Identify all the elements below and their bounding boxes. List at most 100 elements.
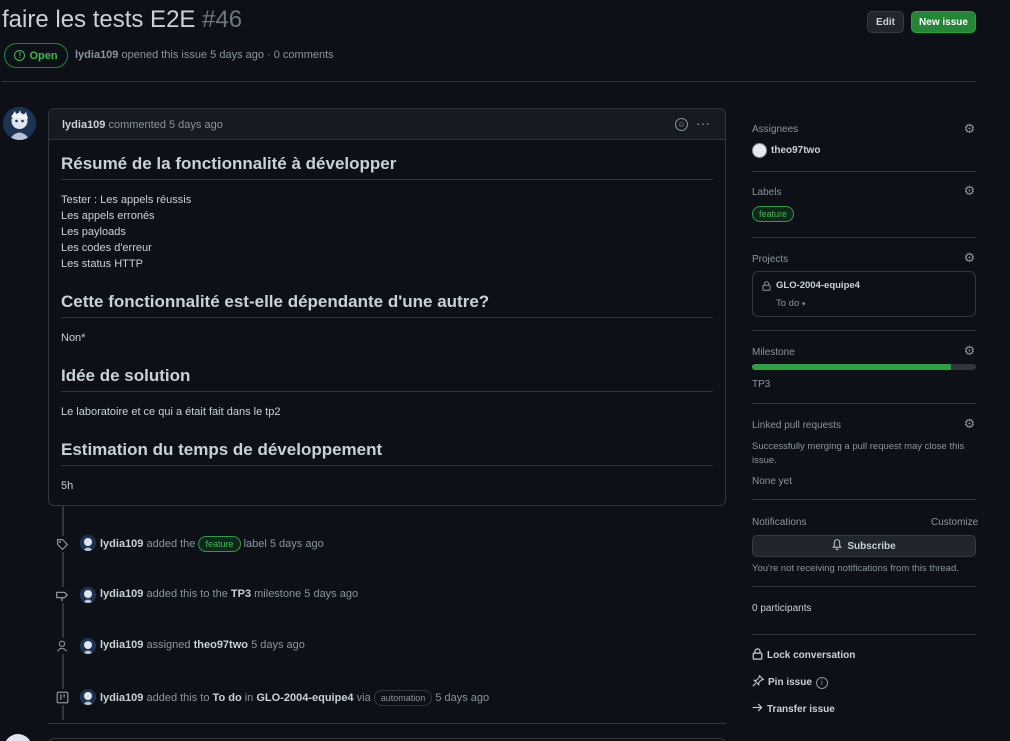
add-reaction-icon[interactable]: ☺ — [675, 118, 688, 131]
timeline-text: added this to — [146, 691, 210, 704]
comment-body-2: Non* — [61, 332, 86, 344]
customize-link[interactable]: Customize — [931, 517, 978, 528]
timeline-text[interactable]: label 5 days ago — [244, 538, 324, 550]
pin-issue-link[interactable]: Pin issue i — [752, 674, 828, 690]
timeline-text: added this to the — [146, 588, 228, 600]
avatar-image-icon — [3, 107, 36, 140]
comment-timestamp[interactable]: commented 5 days ago — [108, 119, 222, 131]
comment-body-4: 5h — [61, 480, 74, 492]
avatar[interactable] — [80, 638, 96, 654]
project-card[interactable]: GLO-2004-equipe4 To do ▾ — [752, 271, 976, 317]
comment-heading-4: Estimation du temps de développement — [61, 440, 713, 466]
project-column-link[interactable]: To do — [213, 692, 242, 704]
timeline-divider — [48, 723, 726, 724]
pin-issue-label: Pin issue — [768, 677, 812, 688]
comment-heading-1: Résumé de la fonctionnalité à développer — [61, 154, 713, 180]
project-column-value: To do — [776, 298, 800, 309]
sidebar-divider — [752, 171, 976, 172]
assignee-link[interactable]: theo97two — [194, 639, 248, 651]
more-options-icon[interactable]: ··· — [696, 115, 710, 131]
project-icon — [54, 689, 70, 705]
timeline-text: via — [356, 691, 371, 704]
participants-count: 0 participants — [752, 603, 812, 614]
new-issue-button[interactable]: New issue — [911, 11, 976, 33]
avatar[interactable] — [80, 535, 96, 551]
projects-gear-icon[interactable]: ⚙ — [963, 251, 976, 264]
timeline-actor-link[interactable]: lydia109 — [100, 692, 143, 704]
assignees-gear-icon[interactable]: ⚙ — [963, 122, 976, 135]
label-pill[interactable]: feature — [198, 536, 241, 552]
linked-prs-desc-line: Successfully merging a pull request may … — [752, 441, 965, 452]
labels-label: Labels — [752, 187, 782, 198]
milestone-label: Milestone — [752, 347, 795, 358]
comment-header-text: lydia109 commented 5 days ago — [62, 119, 223, 131]
timeline-event-milestone: lydia109 added this to the TP3 milestone… — [100, 588, 358, 600]
issue-author-link[interactable]: lydia109 — [75, 49, 118, 61]
timeline-actor-link[interactable]: lydia109 — [100, 588, 143, 600]
linked-prs-gear-icon[interactable]: ⚙ — [963, 417, 976, 430]
avatar[interactable] — [80, 689, 96, 705]
timeline-event-assigned: lydia109 assigned theo97two 5 days ago — [100, 639, 305, 651]
comment-header: lydia109 commented 5 days ago ☺ ··· — [49, 109, 725, 140]
comment-body-1-line: Les codes d'erreur — [61, 242, 152, 254]
milestone-name[interactable]: TP3 — [752, 379, 770, 390]
project-name[interactable]: GLO-2004-equipe4 — [776, 280, 860, 291]
info-icon[interactable]: i — [815, 676, 828, 689]
arrow-right-icon — [752, 702, 763, 716]
linked-prs-desc-line: issue. — [752, 455, 777, 466]
issue-title: faire les tests E2E #46 — [2, 6, 242, 34]
avatar[interactable] — [3, 107, 36, 140]
issue-meta: lydia109 opened this issue 5 days ago · … — [75, 49, 334, 61]
comment-body-1-line: Les payloads — [61, 226, 126, 238]
lock-icon — [752, 648, 763, 663]
lock-conversation-label: Lock conversation — [767, 650, 856, 661]
transfer-issue-link[interactable]: Transfer issue — [752, 702, 835, 716]
linked-prs-label: Linked pull requests — [752, 420, 841, 431]
sidebar-divider — [752, 403, 976, 404]
transfer-issue-label: Transfer issue — [767, 703, 835, 715]
chevron-down-icon: ▾ — [801, 301, 806, 308]
comment-body-1: Tester : Les appels réussis Les appels e… — [61, 192, 191, 272]
sidebar-divider — [752, 330, 976, 331]
subscribe-button[interactable]: Subscribe — [752, 535, 976, 557]
projects-label: Projects — [752, 254, 789, 265]
pin-icon — [752, 674, 765, 690]
timeline-actor-link[interactable]: lydia109 — [100, 639, 143, 651]
issue-opened-icon: ! — [14, 50, 26, 61]
notifications-label: Notifications — [752, 517, 807, 528]
assignee-name[interactable]: theo97two — [771, 145, 820, 156]
timeline-text[interactable]: milestone 5 days ago — [254, 588, 358, 600]
avatar[interactable] — [4, 734, 32, 741]
milestone-link[interactable]: TP3 — [231, 588, 251, 600]
sidebar-divider — [752, 499, 976, 500]
subscribe-label: Subscribe — [847, 540, 896, 552]
edit-button[interactable]: Edit — [867, 11, 904, 33]
label-pill[interactable]: feature — [752, 206, 795, 222]
comment-author-link[interactable]: lydia109 — [62, 119, 105, 131]
labels-gear-icon[interactable]: ⚙ — [963, 184, 976, 197]
notifications-description: You're not receiving notifications from … — [752, 563, 959, 574]
timeline-text[interactable]: 5 days ago — [435, 692, 489, 704]
avatar[interactable] — [80, 587, 96, 603]
tag-icon — [54, 536, 70, 552]
comment-body-1-line: Tester : Les appels réussis — [61, 194, 192, 206]
timeline-actor-link[interactable]: lydia109 — [100, 538, 143, 550]
bell-icon — [832, 539, 843, 553]
avatar[interactable] — [752, 143, 767, 158]
comment-box: lydia109 commented 5 days ago ☺ ··· Résu… — [48, 108, 726, 506]
timeline-event-project: lydia109 added this to To do in GLO-2004… — [100, 690, 489, 706]
project-column-select[interactable]: To do ▾ — [776, 298, 805, 309]
lock-icon — [762, 281, 771, 294]
project-link[interactable]: GLO-2004-equipe4 — [256, 692, 353, 704]
sidebar-divider — [752, 634, 976, 635]
linked-prs-description: Successfully merging a pull request may … — [752, 440, 964, 468]
timeline-text: assigned — [146, 639, 191, 651]
lock-conversation-link[interactable]: Lock conversation — [752, 648, 855, 663]
person-icon — [54, 638, 70, 654]
milestone-gear-icon[interactable]: ⚙ — [963, 344, 976, 357]
timeline-text[interactable]: 5 days ago — [251, 639, 305, 651]
comment-body-3: Le laboratoire et ce qui a était fait da… — [61, 406, 281, 418]
milestone-progress-fill — [752, 364, 952, 370]
status-badge: ! Open — [4, 43, 68, 68]
timeline-text: in — [244, 691, 254, 704]
